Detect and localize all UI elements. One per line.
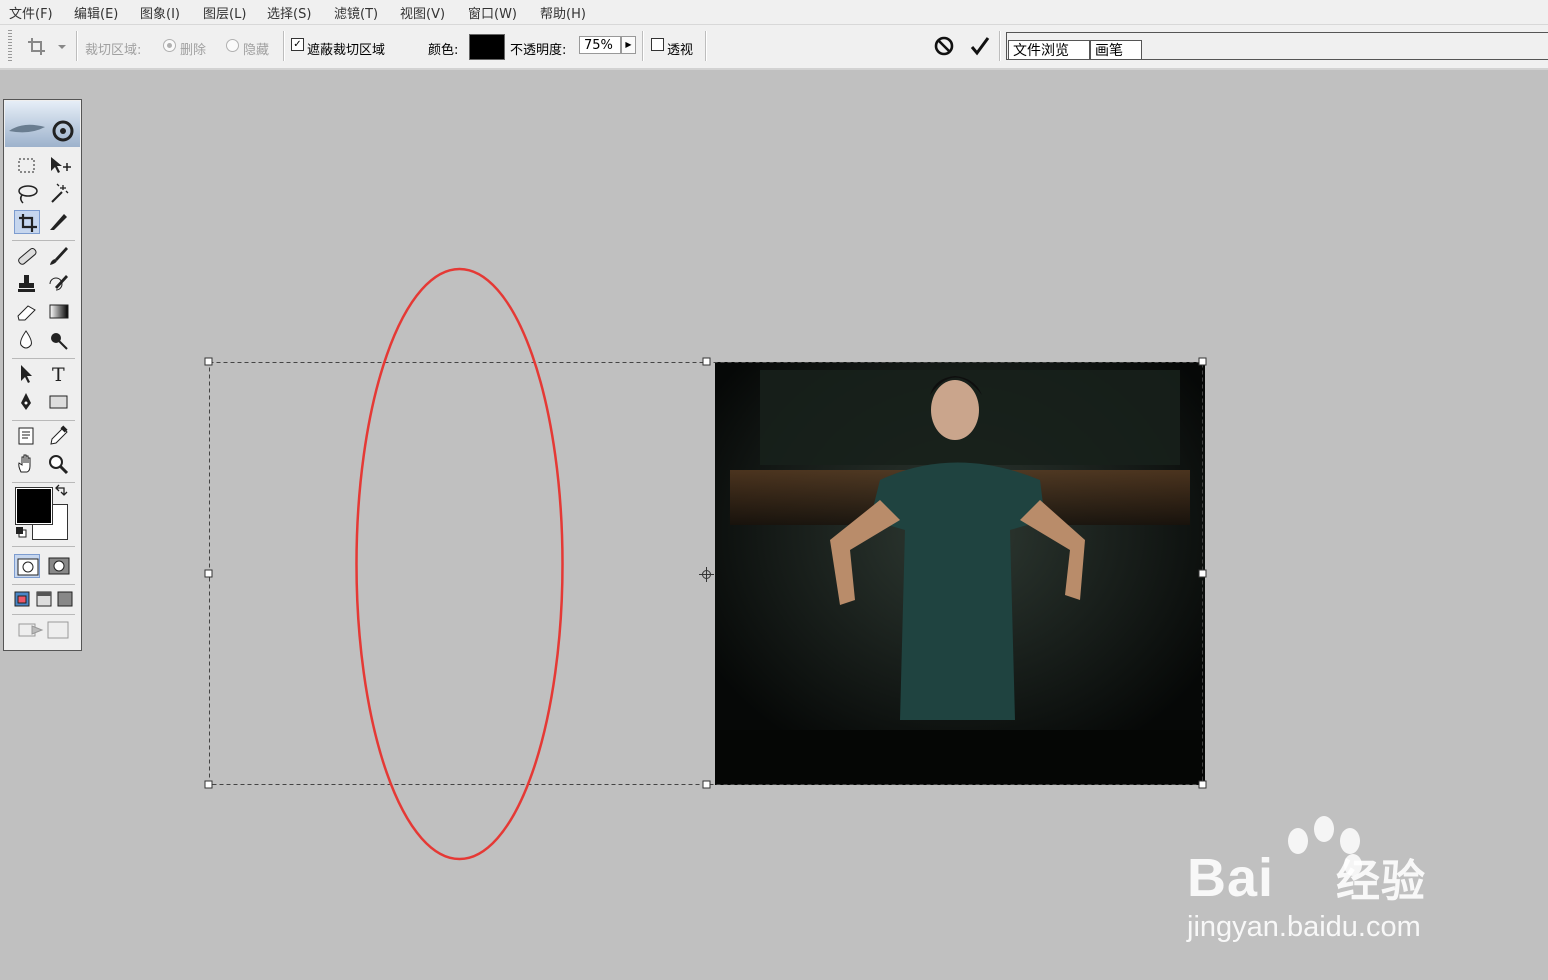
crop-handle-top-left[interactable] — [204, 357, 213, 366]
crop-handle-bottom-left[interactable] — [204, 780, 213, 789]
crop-handle-top-right[interactable] — [1198, 357, 1207, 366]
watermark-url: jingyan.baidu.com — [1187, 911, 1421, 943]
watermark-brand: Bai 经验 — [1187, 845, 1426, 909]
baidu-jingyan-watermark: Bai 经验 jingyan.baidu.com — [1185, 815, 1475, 955]
watermark-brand-tail: 经验 — [1336, 857, 1427, 906]
crop-handle-middle-right[interactable] — [1198, 569, 1207, 578]
crop-center-point-icon[interactable] — [699, 567, 714, 582]
crop-handle-top-middle[interactable] — [702, 357, 711, 366]
crop-handle-bottom-middle[interactable] — [702, 780, 711, 789]
document-photo — [715, 362, 1205, 785]
watermark-brand-text: Bai — [1187, 848, 1275, 908]
crop-handle-middle-left[interactable] — [204, 569, 213, 578]
red-annotation-ellipse — [355, 267, 564, 861]
crop-handle-bottom-right[interactable] — [1198, 780, 1207, 789]
